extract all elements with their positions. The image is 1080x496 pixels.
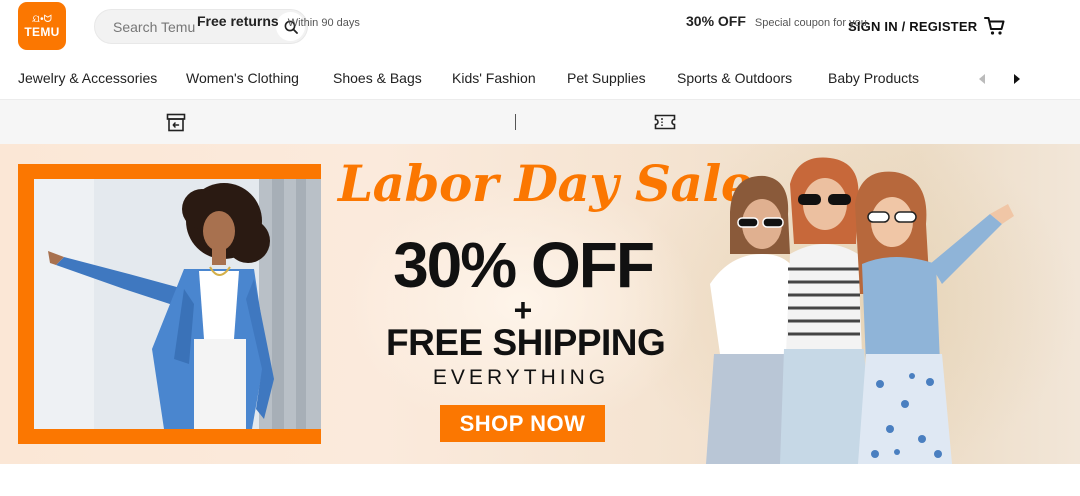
returns-box-icon — [166, 113, 186, 137]
coupon-title: 30% OFF — [686, 13, 746, 29]
scroll-left-icon[interactable] — [977, 72, 987, 84]
category-womens-clothing[interactable]: Women's Clothing — [186, 70, 299, 86]
coupon-promo: 30% OFF Special coupon for you — [686, 13, 867, 29]
sale-title: Labor Day Sale — [338, 154, 753, 213]
category-kids-fashion[interactable]: Kids' Fashion — [452, 70, 536, 86]
free-returns-promo: Free returns Within 90 days — [197, 13, 360, 29]
promo-strip — [0, 100, 1080, 144]
cart-icon[interactable] — [984, 16, 1006, 36]
signin-register-link[interactable]: SIGN IN / REGISTER — [848, 19, 977, 34]
free-returns-subtitle: Within 90 days — [287, 17, 360, 29]
group-models-photo — [690, 154, 1020, 464]
category-nav: Jewelry & Accessories Women's Clothing S… — [0, 56, 1080, 100]
model-photo — [34, 179, 321, 429]
hero-banner[interactable]: Labor Day Sale 30% OFF + FREE SHIPPING E… — [0, 144, 1080, 464]
free-returns-title: Free returns — [197, 13, 279, 29]
model-photo-frame — [18, 164, 321, 444]
discount-headline: 30% OFF — [393, 229, 655, 301]
category-jewelry-accessories[interactable]: Jewelry & Accessories — [18, 70, 157, 86]
coupon-ticket-icon — [654, 114, 676, 135]
category-sports-outdoors[interactable]: Sports & Outdoors — [677, 70, 792, 86]
everything-subtitle: EVERYTHING — [432, 366, 610, 389]
category-baby-products[interactable]: Baby Products — [828, 70, 919, 86]
site-header: ଯ•ᗢ TEMU SIGN IN / REGISTER — [0, 0, 1080, 56]
strip-divider — [515, 114, 516, 130]
temu-logo[interactable]: ଯ•ᗢ TEMU — [18, 2, 66, 50]
category-pet-supplies[interactable]: Pet Supplies — [567, 70, 646, 86]
scroll-right-icon[interactable] — [1012, 72, 1022, 84]
logo-text: TEMU — [24, 25, 60, 39]
category-shoes-bags[interactable]: Shoes & Bags — [333, 70, 422, 86]
shop-now-button[interactable]: SHOP NOW — [440, 405, 605, 442]
coupon-subtitle: Special coupon for you — [754, 17, 867, 29]
free-shipping-headline: FREE SHIPPING — [386, 322, 666, 363]
